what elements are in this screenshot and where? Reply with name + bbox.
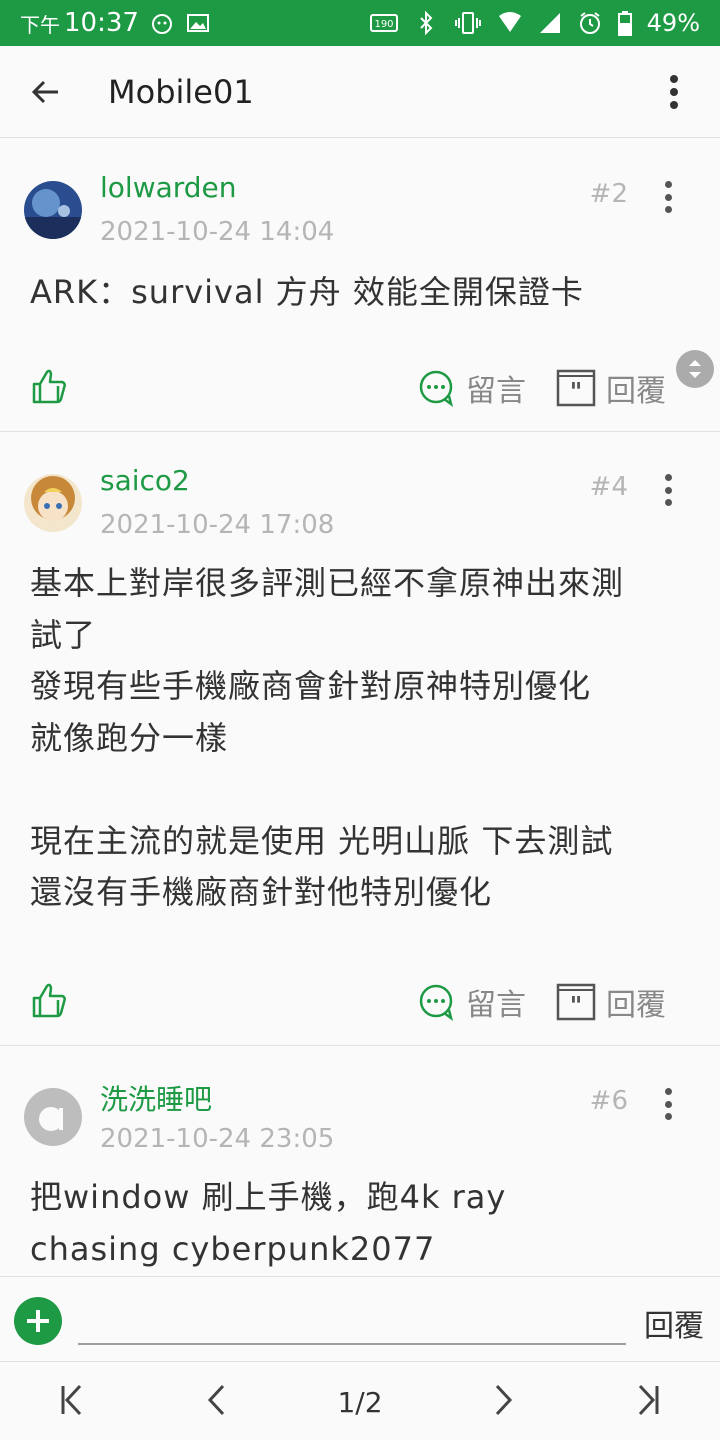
- plus-icon: [27, 1310, 49, 1332]
- gallery-icon: [186, 14, 209, 32]
- fast-scroll-handle[interactable]: [676, 350, 714, 388]
- post-more-button[interactable]: [656, 181, 680, 213]
- bluetooth-icon: [419, 10, 433, 36]
- avatar-image-icon: [24, 181, 82, 239]
- comment-label: 留言: [466, 374, 526, 409]
- quote-icon: ": [556, 369, 596, 407]
- comment-button[interactable]: 留言: [416, 366, 526, 410]
- floor-number: #6: [589, 1086, 628, 1116]
- status-time: 10:37: [64, 8, 139, 38]
- author-name[interactable]: lolwarden: [100, 171, 237, 204]
- post-content: ARK：survival 方舟 效能全開保證卡: [30, 273, 584, 311]
- arrow-left-icon: [31, 80, 58, 103]
- svg-text:": ": [570, 377, 583, 406]
- chat-bubble-icon: [419, 984, 454, 1021]
- post-item: lolwarden 2021-10-24 14:04 #2 ARK：surviv…: [0, 139, 720, 432]
- vibrate-icon: [454, 12, 481, 34]
- floor-number: #4: [589, 472, 628, 502]
- post-item: saico2 2021-10-24 17:08 #4 基本上對岸很多評測已經不拿…: [0, 432, 720, 1046]
- chevron-left-icon: [207, 1384, 225, 1416]
- quote-icon: ": [556, 983, 596, 1021]
- alarm-icon: [579, 12, 600, 34]
- post-content: 把window 刷上手機，跑4k ray chasing cyberpunk20…: [30, 1178, 507, 1268]
- signal-icon: [539, 13, 560, 33]
- reply-label: 回覆: [606, 988, 666, 1023]
- svg-text:": ": [570, 991, 583, 1020]
- avatar-image-icon: [24, 474, 82, 532]
- first-page-icon: [61, 1384, 82, 1416]
- pagination-bar: 1/2: [0, 1362, 720, 1440]
- network-speed-icon: 190: [369, 14, 398, 32]
- avatar[interactable]: [24, 181, 82, 239]
- author-name[interactable]: saico2: [100, 464, 190, 497]
- comment-label: 留言: [466, 988, 526, 1023]
- reply-quote-button[interactable]: " 回覆: [556, 366, 666, 410]
- svg-text:190: 190: [374, 19, 393, 30]
- comment-button[interactable]: 留言: [416, 980, 526, 1024]
- post-more-button[interactable]: [656, 1088, 680, 1120]
- chat-bubble-icon: [419, 370, 454, 407]
- thumbs-up-icon[interactable]: [30, 366, 70, 406]
- overflow-menu-button[interactable]: [628, 46, 720, 138]
- wifi-icon: [498, 12, 521, 32]
- floor-number: #2: [589, 179, 628, 209]
- first-page-button[interactable]: [52, 1378, 92, 1422]
- last-page-icon: [638, 1384, 659, 1416]
- avatar[interactable]: [24, 1088, 82, 1146]
- author-name[interactable]: 洗洗睡吧: [100, 1078, 212, 1118]
- more-vertical-icon: [670, 74, 678, 109]
- avatar[interactable]: [24, 474, 82, 532]
- reply-label: 回覆: [606, 374, 666, 409]
- reply-input[interactable]: [78, 1299, 626, 1345]
- status-time-prefix: 下午: [20, 12, 60, 37]
- scroll-arrows-icon: [689, 360, 701, 378]
- reply-bar: 回覆: [0, 1276, 720, 1362]
- post-date: 2021-10-24 23:05: [100, 1124, 335, 1154]
- page-title: Mobile01: [108, 72, 254, 111]
- previous-page-button[interactable]: [196, 1378, 236, 1422]
- post-content: 基本上對岸很多評測已經不拿原神出來測 試了 發現有些手機廠商會針對原神特別優化 …: [30, 564, 625, 911]
- post-actions: 留言 " 回覆: [0, 980, 720, 1040]
- thumbs-up-icon[interactable]: [30, 980, 70, 1020]
- next-page-button[interactable]: [484, 1378, 524, 1422]
- back-button[interactable]: [0, 46, 92, 138]
- notification-icon: [151, 14, 172, 34]
- default-avatar-icon: [24, 1088, 82, 1146]
- battery-percentage: 49%: [646, 9, 700, 37]
- send-reply-button[interactable]: 回覆: [644, 1301, 704, 1345]
- battery-icon: [617, 11, 632, 36]
- post-item: 洗洗睡吧 2021-10-24 23:05 #6 把window 刷上手機，跑4…: [0, 1046, 720, 1276]
- post-more-button[interactable]: [656, 474, 680, 506]
- app-bar: Mobile01: [0, 46, 720, 138]
- page-indicator: 1/2: [337, 1386, 383, 1419]
- reply-quote-button[interactable]: " 回覆: [556, 980, 666, 1024]
- status-bar: 下午 10:37 190 49%: [0, 0, 720, 46]
- add-attachment-button[interactable]: [14, 1297, 62, 1345]
- post-list[interactable]: lolwarden 2021-10-24 14:04 #2 ARK：surviv…: [0, 139, 720, 1276]
- chevron-right-icon: [495, 1384, 513, 1416]
- post-actions: 留言 " 回覆: [0, 366, 720, 426]
- post-date: 2021-10-24 14:04: [100, 217, 335, 247]
- last-page-button[interactable]: [628, 1378, 668, 1422]
- post-date: 2021-10-24 17:08: [100, 510, 335, 540]
